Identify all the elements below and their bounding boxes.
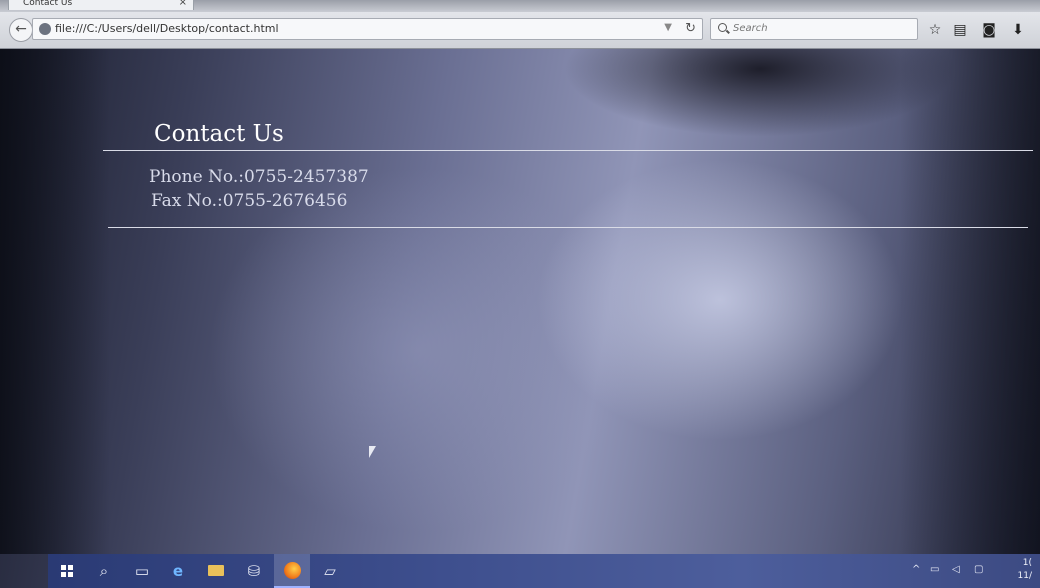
mouse-cursor-icon: [369, 446, 376, 458]
url-text[interactable]: file:///C:/Users/dell/Desktop/contact.ht…: [55, 22, 279, 35]
search-icon: [718, 23, 727, 32]
address-bar[interactable]: file:///C:/Users/dell/Desktop/contact.ht…: [32, 18, 703, 40]
taskbar: ⌕ ▭ e ⛁ ▱ ^ ▭ ◁ ▢ 1( 11/: [48, 554, 1040, 588]
task-view-button[interactable]: ▭: [124, 554, 160, 588]
page-content: Contact Us Phone No.:0755-2457387 Fax No…: [0, 49, 1040, 554]
taskbar-search-icon: ⌕: [99, 562, 109, 580]
system-tray: ^ ▭ ◁ ▢ 1( 11/: [912, 554, 1032, 588]
background-vignette-left: [0, 49, 110, 554]
globe-icon: [39, 23, 51, 35]
edge-icon: e: [172, 562, 184, 580]
browser-tab[interactable]: Contact Us ×: [8, 0, 194, 10]
clock-date: 11/: [1017, 571, 1032, 581]
firefox-icon: [284, 562, 301, 579]
reading-list-icon[interactable]: ▤: [952, 22, 968, 38]
clock-time: 1(: [1022, 558, 1032, 568]
pocket-icon[interactable]: ◙: [981, 22, 997, 38]
fax-number: Fax No.:0755-2676456: [151, 191, 348, 211]
firefox-button[interactable]: [274, 554, 310, 588]
search-placeholder: Search: [733, 23, 768, 34]
app-button[interactable]: ▱: [312, 554, 348, 588]
store-button[interactable]: ⛁: [236, 554, 272, 588]
dropdown-icon[interactable]: ▼: [664, 22, 672, 33]
volume-icon[interactable]: ◁: [952, 564, 960, 575]
bookmark-star-icon[interactable]: ☆: [927, 22, 943, 38]
file-explorer-button[interactable]: [198, 554, 234, 588]
battery-icon[interactable]: ▭: [930, 564, 939, 575]
app-icon: ▱: [324, 562, 336, 580]
show-hidden-icons-icon[interactable]: ^: [912, 564, 920, 575]
back-button[interactable]: ←: [9, 18, 33, 42]
reload-icon[interactable]: ↻: [685, 21, 696, 36]
tab-strip: Contact Us ×: [0, 0, 1040, 12]
background-vignette-right: [900, 49, 1040, 554]
edge-button[interactable]: e: [160, 554, 196, 588]
download-icon[interactable]: ⬇: [1010, 22, 1026, 38]
store-icon: ⛁: [247, 562, 261, 580]
page-title: Contact Us: [154, 121, 284, 147]
search-input[interactable]: Search: [710, 18, 918, 40]
divider-top: [103, 150, 1033, 151]
start-button[interactable]: [48, 554, 84, 588]
back-icon: ←: [15, 21, 27, 37]
tab-title: Contact Us: [23, 0, 73, 8]
task-view-icon: ▭: [134, 562, 150, 580]
notification-icon[interactable]: ▢: [974, 564, 983, 575]
screen: Contact Us × ← file:///C:/Users/dell/Des…: [0, 0, 1040, 588]
folder-icon: [208, 565, 224, 576]
phone-number: Phone No.:0755-2457387: [149, 167, 369, 187]
clock[interactable]: 1( 11/: [1018, 557, 1032, 583]
browser-toolbar: ← file:///C:/Users/dell/Desktop/contact.…: [0, 12, 1040, 49]
tab-close-icon[interactable]: ×: [179, 0, 187, 11]
divider-bottom: [108, 227, 1028, 228]
search-taskbar-button[interactable]: ⌕: [86, 554, 122, 588]
windows-icon: [61, 565, 73, 577]
